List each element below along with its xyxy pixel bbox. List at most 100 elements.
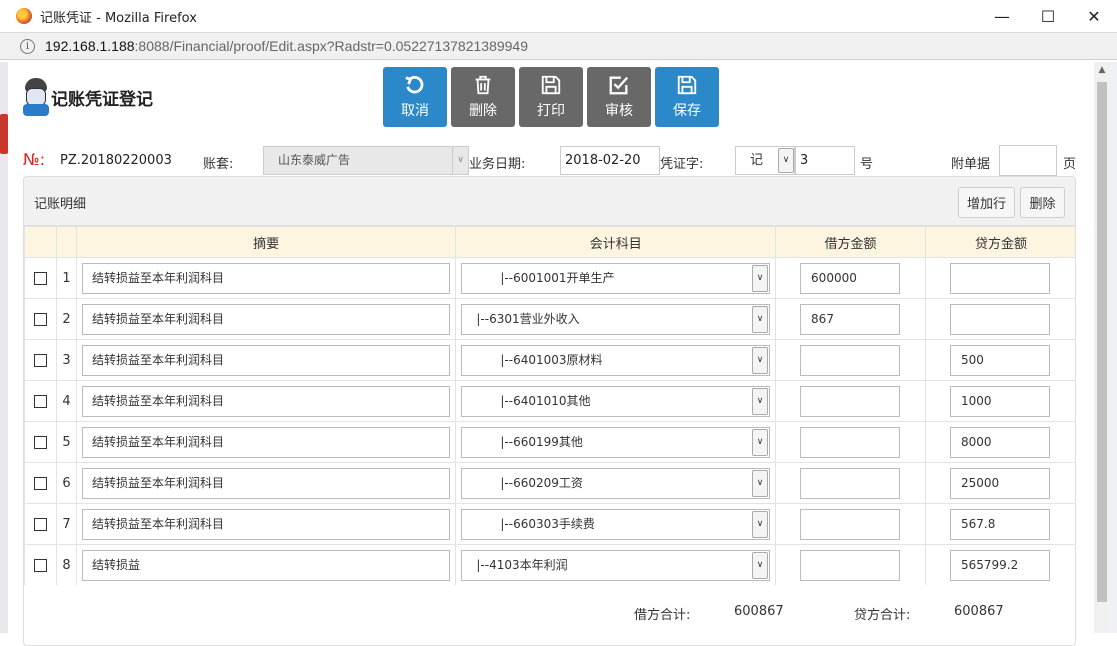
attachment-label: 附单据 <box>951 157 991 172</box>
account-select[interactable]: |--6001001开单生产 ∨ <box>461 262 771 294</box>
print-button[interactable]: 打印 <box>519 67 583 127</box>
delete-button[interactable]: 删除 <box>451 67 515 127</box>
scroll-up-icon[interactable]: ▲ <box>1094 62 1110 78</box>
summary-input[interactable]: 结转损益至本年利润科目 <box>81 344 451 376</box>
toolbar: 取消 删除 打印 审核 保存 <box>383 67 719 127</box>
credit-input[interactable]: 500 <box>950 344 1050 376</box>
credit-input[interactable]: 8000 <box>950 426 1050 458</box>
voucher-word-value: 记 <box>750 153 764 168</box>
add-row-button[interactable]: 增加行 <box>958 187 1015 218</box>
debit-input[interactable] <box>800 508 901 540</box>
debit-input[interactable] <box>800 385 901 417</box>
debit-input[interactable] <box>800 467 901 499</box>
row-index: 2 <box>55 298 77 340</box>
credit-col-header: 贷方金额 <box>925 226 1075 258</box>
summary-input[interactable]: 结转损益至本年利润科目 <box>81 467 451 499</box>
summary-input[interactable]: 结转损益至本年利润科目 <box>81 508 451 540</box>
voucher-word-select[interactable]: 记 ∨ <box>735 146 795 175</box>
credit-input[interactable]: 565799.2 <box>950 549 1050 581</box>
debit-input[interactable]: 600000 <box>800 262 901 294</box>
credit-cell: 567.8 <box>925 503 1075 545</box>
page-header: 记账凭证登记 <box>23 78 153 116</box>
credit-cell: 565799.2 <box>925 544 1075 586</box>
scroll-thumb[interactable] <box>1097 82 1107 602</box>
cancel-label: 取消 <box>401 103 429 119</box>
ledger-select[interactable]: 山东泰威广告 ∨ <box>263 146 469 175</box>
row-checkbox[interactable] <box>33 435 47 449</box>
debit-cell <box>775 544 926 586</box>
date-input[interactable]: 2018-02-20 <box>560 146 660 175</box>
account-cell: |--4103本年利润 ∨ <box>455 544 777 586</box>
summary-input[interactable]: 结转损益至本年利润科目 <box>81 262 451 294</box>
table-row: 6 结转损益至本年利润科目 |--660209工资 ∨ 25000 <box>24 462 1075 504</box>
save-label: 保存 <box>673 103 701 119</box>
audit-button[interactable]: 审核 <box>587 67 651 127</box>
row-checkbox[interactable] <box>33 558 47 572</box>
debit-input[interactable]: 867 <box>800 303 901 335</box>
voucher-no-label: №: <box>23 150 46 169</box>
vertical-scrollbar[interactable]: ▲ <box>1094 62 1110 633</box>
summary-cell: 结转损益至本年利润科目 <box>75 503 457 545</box>
voucher-word-label: 凭证字: <box>660 157 704 172</box>
account-select[interactable]: |--660303手续费 ∨ <box>461 508 771 540</box>
close-button[interactable]: ✕ <box>1071 0 1117 32</box>
account-value: |--660303手续费 <box>500 516 595 531</box>
save-button[interactable]: 保存 <box>655 67 719 127</box>
credit-input[interactable]: 25000 <box>950 467 1050 499</box>
row-select-cell <box>24 421 57 463</box>
summary-cell: 结转损益至本年利润科目 <box>75 257 457 299</box>
table-header-row: 摘要 会计科目 借方金额 贷方金额 <box>24 226 1075 258</box>
row-select-cell <box>24 339 57 381</box>
info-icon[interactable]: i <box>20 38 35 54</box>
account-select[interactable]: |--660209工资 ∨ <box>461 467 771 499</box>
account-select[interactable]: |--6401003原材料 ∨ <box>461 344 771 376</box>
page-suffix: 页 <box>1063 157 1077 172</box>
cancel-button[interactable]: 取消 <box>383 67 447 127</box>
debit-cell <box>775 462 926 504</box>
voucher-number-input[interactable]: 3 <box>795 146 855 175</box>
chevron-down-icon: ∨ <box>452 147 468 174</box>
debit-total-label: 借方合计: <box>634 608 691 623</box>
row-checkbox[interactable] <box>33 476 47 490</box>
row-checkbox[interactable] <box>33 353 47 367</box>
account-select[interactable]: |--660199其他 ∨ <box>461 426 771 458</box>
date-label: 业务日期: <box>469 157 526 172</box>
table-row: 1 结转损益至本年利润科目 |--6001001开单生产 ∨ 600000 <box>24 257 1075 299</box>
debit-cell <box>775 421 926 463</box>
account-select[interactable]: |--6401010其他 ∨ <box>461 385 771 417</box>
credit-input[interactable]: 1000 <box>950 385 1050 417</box>
debit-cell <box>775 339 926 381</box>
account-select[interactable]: |--4103本年利润 ∨ <box>461 549 771 581</box>
row-select-cell <box>24 544 57 586</box>
chevron-down-icon: ∨ <box>752 387 769 415</box>
url-text[interactable]: 192.168.1.188:8088/Financial/proof/Edit.… <box>45 38 528 54</box>
minimize-button[interactable]: — <box>979 0 1025 32</box>
trash-icon <box>475 75 491 95</box>
debit-input[interactable] <box>800 549 901 581</box>
row-select-cell <box>24 257 57 299</box>
debit-input[interactable] <box>800 426 901 458</box>
account-select[interactable]: |--6301营业外收入 ∨ <box>461 303 771 335</box>
maximize-button[interactable]: ☐ <box>1025 0 1071 32</box>
row-checkbox[interactable] <box>33 271 47 285</box>
summary-input[interactable]: 结转损益至本年利润科目 <box>81 426 451 458</box>
row-checkbox[interactable] <box>33 312 47 326</box>
summary-cell: 结转损益至本年利润科目 <box>75 462 457 504</box>
row-select-cell <box>24 503 57 545</box>
summary-input[interactable]: 结转损益至本年利润科目 <box>81 303 451 335</box>
row-checkbox[interactable] <box>33 394 47 408</box>
chevron-down-icon: ∨ <box>752 346 769 374</box>
table-row: 7 结转损益至本年利润科目 |--660303手续费 ∨ 567.8 <box>24 503 1075 545</box>
row-checkbox[interactable] <box>33 517 47 531</box>
summary-input[interactable]: 结转损益 <box>81 549 451 581</box>
row-index: 5 <box>55 421 77 463</box>
credit-input[interactable] <box>950 303 1050 335</box>
credit-input[interactable] <box>950 262 1050 294</box>
credit-input[interactable]: 567.8 <box>950 508 1050 540</box>
debit-input[interactable] <box>800 344 901 376</box>
attachment-count-input[interactable] <box>999 145 1057 176</box>
panel-title: 记账明细 <box>34 197 87 212</box>
delete-row-button[interactable]: 删除 <box>1020 187 1065 218</box>
url-bar[interactable]: i 192.168.1.188:8088/Financial/proof/Edi… <box>0 32 1117 60</box>
summary-input[interactable]: 结转损益至本年利润科目 <box>81 385 451 417</box>
